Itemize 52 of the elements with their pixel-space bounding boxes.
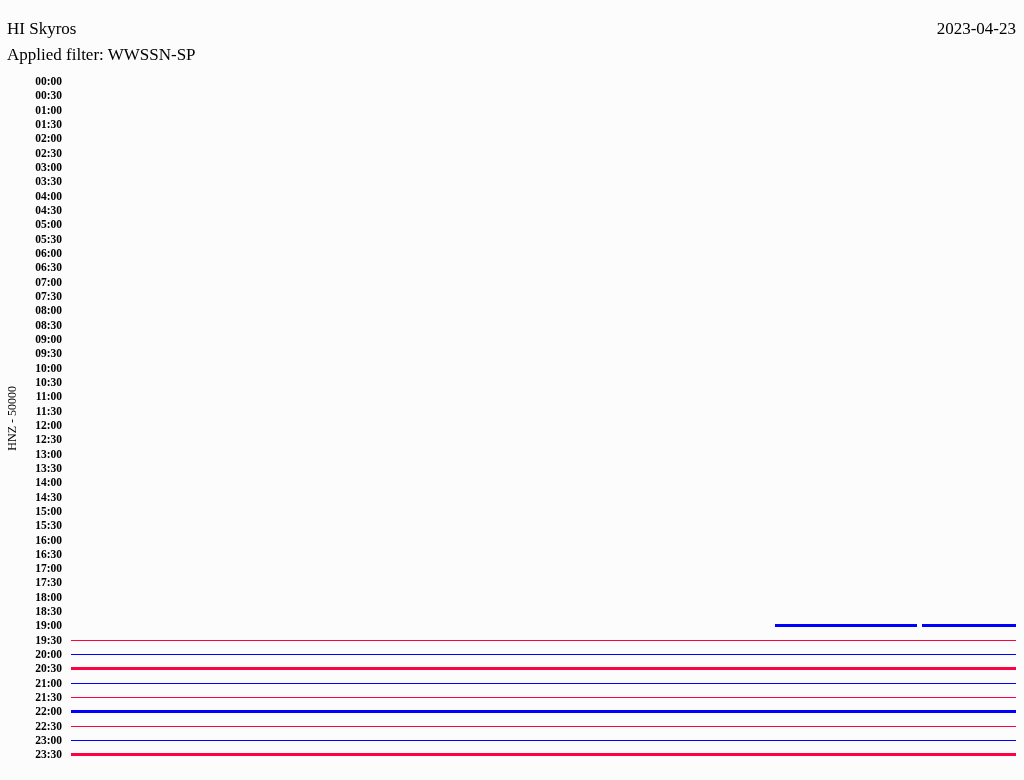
time-label: 04:00: [34, 189, 62, 202]
time-label: 13:00: [34, 447, 62, 460]
time-label: 08:30: [34, 318, 62, 331]
time-label: 03:30: [34, 175, 62, 188]
time-label: 06:30: [34, 261, 62, 274]
time-label: 14:30: [34, 490, 62, 503]
time-label: 16:00: [34, 533, 62, 546]
time-label: 15:30: [34, 519, 62, 532]
time-label: 01:30: [34, 118, 62, 130]
time-label: 12:00: [34, 418, 62, 431]
time-label: 11:00: [34, 390, 62, 403]
time-label: 19:30: [34, 633, 62, 646]
time-label: 00:00: [34, 75, 62, 87]
time-label: 17:30: [34, 576, 62, 589]
time-label: 05:00: [34, 218, 62, 231]
time-label: 13:30: [34, 461, 62, 474]
station-title: HI Skyros: [7, 19, 77, 40]
time-label: 18:30: [34, 605, 62, 618]
time-label: 22:00: [34, 705, 62, 718]
date-label: 2023-04-23: [936, 19, 1016, 40]
time-label: 23:30: [34, 748, 62, 761]
time-label: 10:30: [34, 375, 62, 388]
time-label: 16:30: [34, 547, 62, 560]
time-label: 06:00: [34, 246, 62, 259]
time-label: 14:00: [34, 476, 62, 489]
time-label: 21:30: [34, 691, 62, 704]
time-label: 07:00: [34, 275, 62, 288]
time-label: 00:30: [34, 89, 62, 102]
time-label: 11:30: [34, 404, 62, 417]
time-label: 21:00: [34, 676, 62, 689]
time-label: 09:00: [34, 332, 62, 345]
time-label: 22:30: [34, 719, 62, 732]
time-label: 20:30: [34, 662, 62, 675]
time-label: 10:00: [34, 361, 62, 374]
time-label: 02:00: [34, 132, 62, 145]
time-label: 02:30: [34, 146, 62, 159]
time-label: 05:30: [34, 232, 62, 245]
time-label: 04:30: [34, 203, 62, 216]
time-label: 08:00: [34, 304, 62, 317]
time-label: 19:00: [34, 619, 62, 632]
time-label: 03:00: [34, 160, 62, 173]
time-label: 09:30: [34, 347, 62, 360]
time-label: 18:00: [34, 590, 62, 603]
time-label: 20:00: [34, 648, 62, 661]
axis-label: HNZ - 50000: [4, 385, 20, 451]
time-label: 23:00: [34, 734, 62, 747]
time-label: 17:00: [34, 562, 62, 575]
time-label: 01:00: [34, 103, 62, 116]
time-label: 15:00: [34, 504, 62, 517]
filter-label: Applied filter: WWSSN-SP: [7, 45, 196, 64]
time-label: 07:30: [34, 289, 62, 302]
time-label: 12:30: [34, 433, 62, 446]
